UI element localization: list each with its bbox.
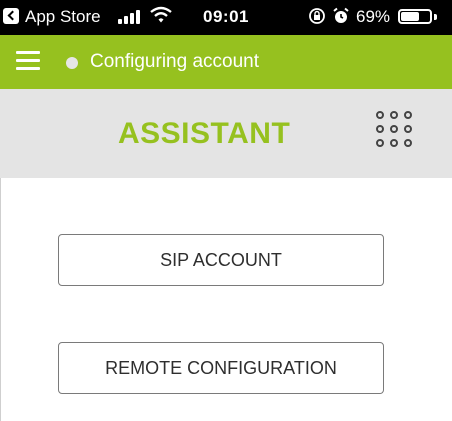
battery-percent: 69% [356,7,391,26]
sip-account-button[interactable]: SIP ACCOUNT [58,234,384,286]
status-indicator-dot [66,57,78,69]
top-bar: Configuring account [0,35,452,89]
back-app-label[interactable]: App Store [25,7,101,27]
battery-fill [401,12,419,21]
status-bar: App Store 09:01 69% [0,0,452,35]
battery-tip [434,14,437,20]
rotation-lock-icon [308,7,326,30]
header: ASSISTANT [0,89,452,178]
back-arrow-icon[interactable] [3,8,19,24]
signal-icon [118,9,146,24]
left-edge-divider [0,178,1,421]
main-content: SIP ACCOUNT REMOTE CONFIGURATION [0,178,452,421]
remote-configuration-button[interactable]: REMOTE CONFIGURATION [58,342,384,394]
status-text: Configuring account [90,51,259,72]
dial-pad-icon[interactable] [376,111,412,147]
alarm-icon [332,7,350,30]
wifi-icon [150,6,172,24]
battery-icon [398,9,432,24]
hamburger-menu-icon[interactable] [16,51,40,71]
clock-time: 09:01 [203,7,249,26]
page-title: ASSISTANT [118,117,291,150]
